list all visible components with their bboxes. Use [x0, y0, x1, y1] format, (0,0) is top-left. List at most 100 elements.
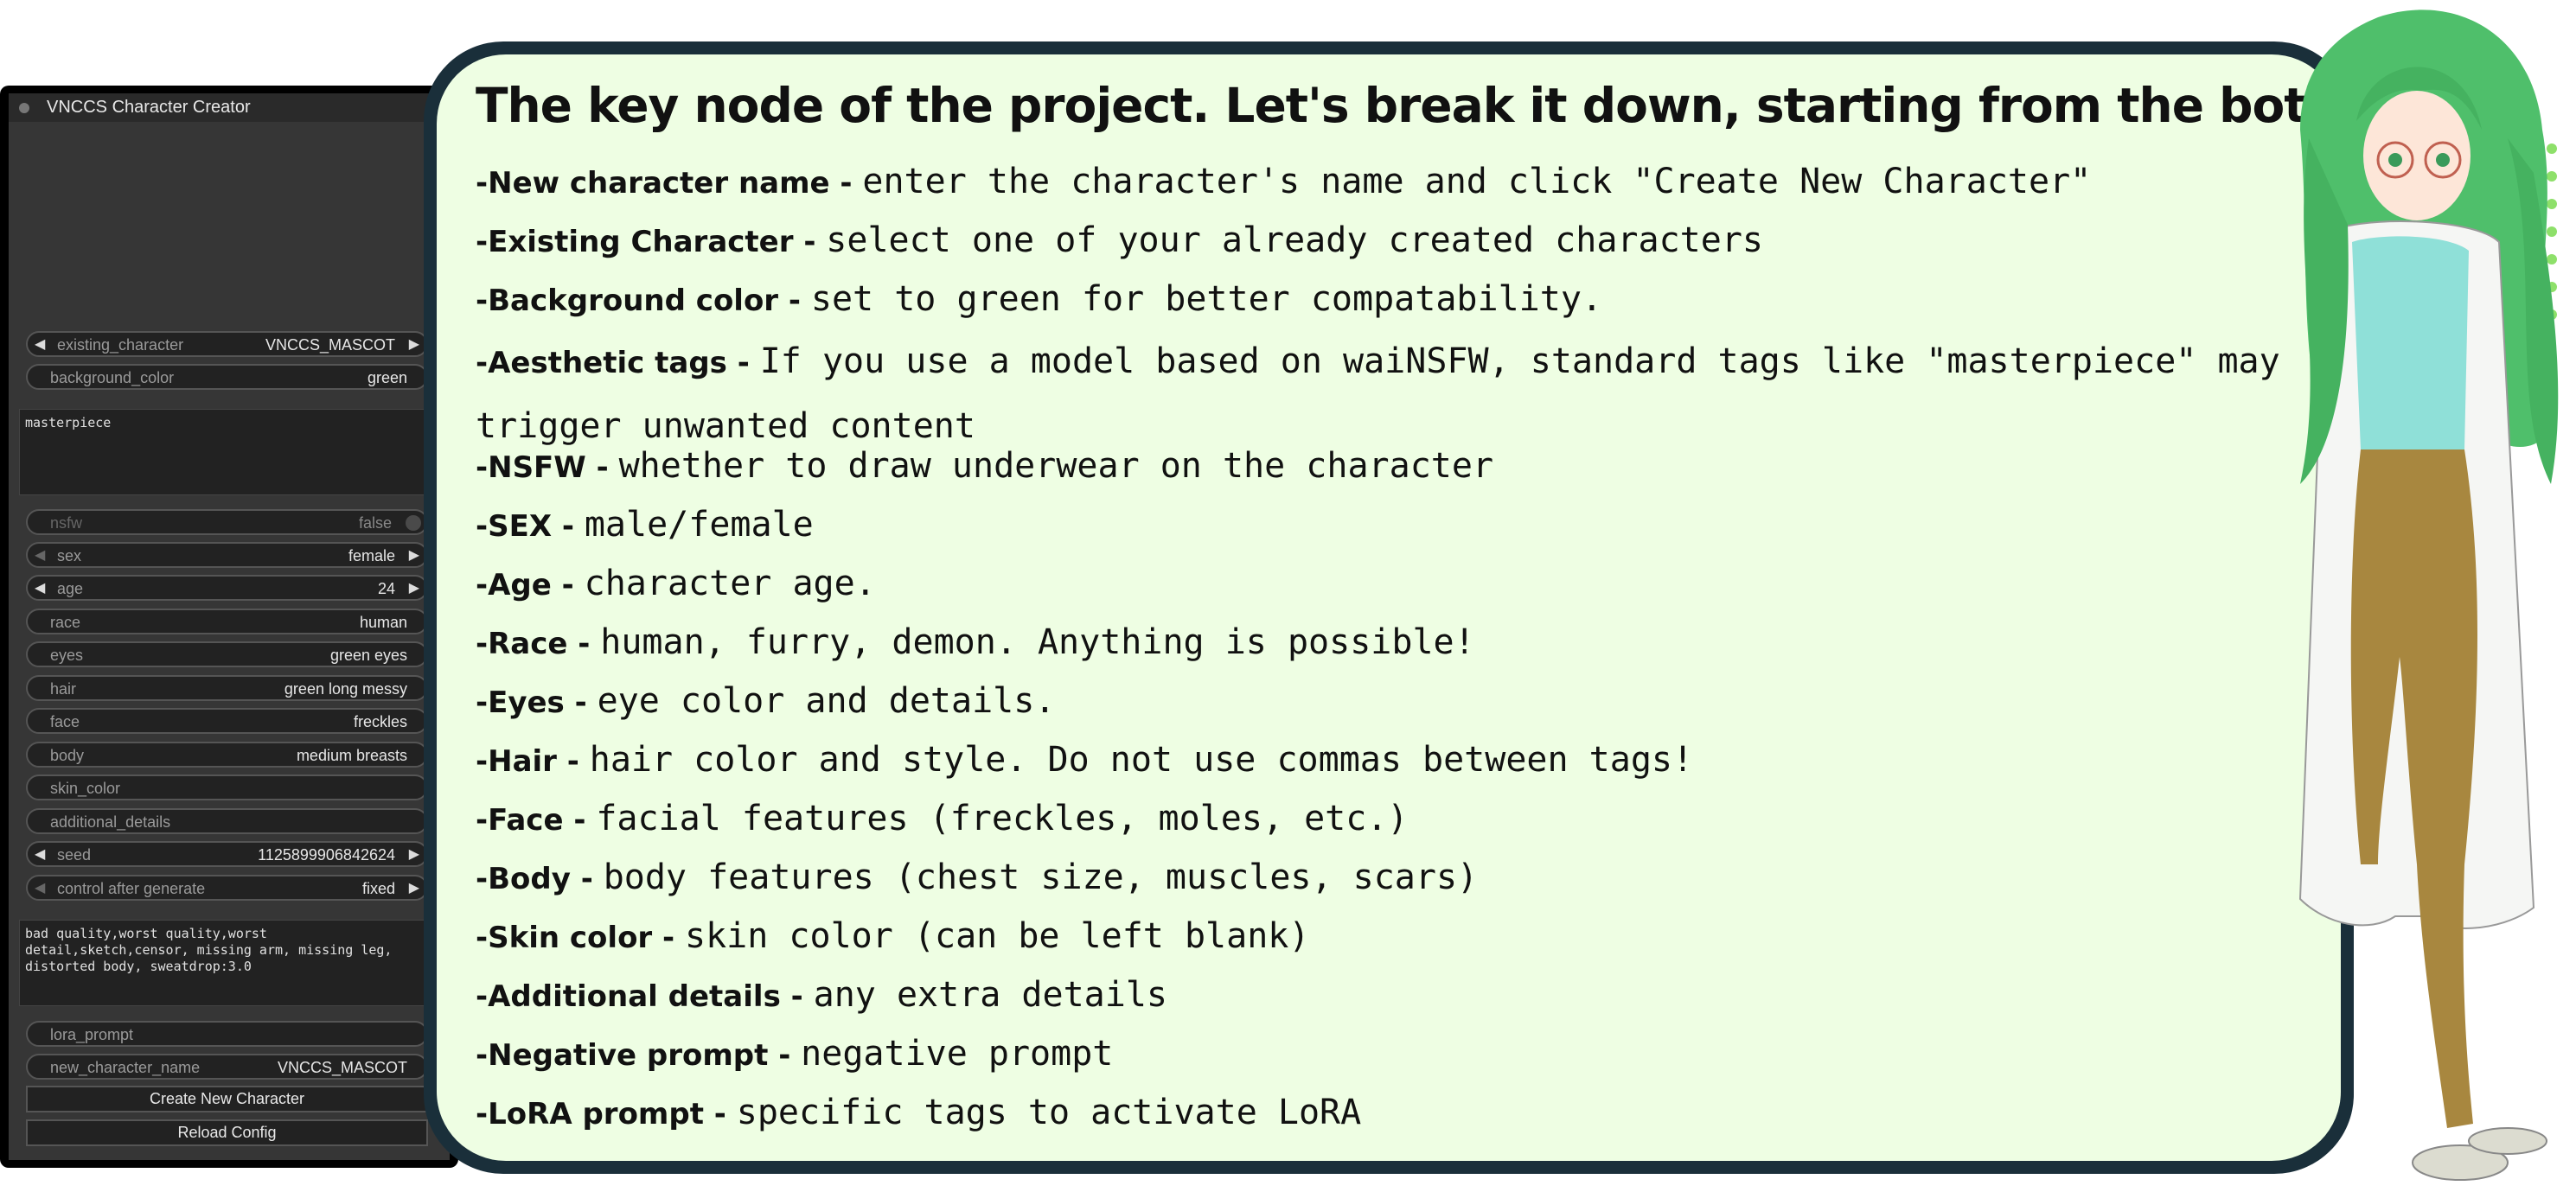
sex-combo[interactable]: ◀ sex female ▶: [26, 542, 428, 568]
mascot-character-illustration: [2298, 10, 2559, 1181]
item-separator: -: [780, 979, 814, 1014]
arrow-left-icon[interactable]: ◀: [35, 332, 45, 358]
item-key: -New character name: [476, 166, 830, 201]
item-desc: character age.: [584, 564, 876, 603]
arrow-right-icon[interactable]: ▶: [409, 876, 419, 902]
list-item: -Background color - set to green for bet…: [476, 279, 2292, 319]
toggle-knob-icon[interactable]: [406, 515, 421, 531]
widget-label: sex: [57, 547, 82, 564]
shirt-shape: [2352, 236, 2469, 449]
item-separator: -: [652, 921, 685, 955]
item-desc: eye color and details.: [597, 681, 1056, 721]
item-key: -LoRA prompt: [476, 1097, 704, 1131]
item-desc: facial features (freckles, moles, etc.): [596, 799, 1409, 838]
item-key: -Body: [476, 862, 571, 896]
eyes-field[interactable]: eyes green eyes: [26, 641, 428, 667]
widget-label: nsfw: [50, 514, 83, 532]
list-item: -NSFW - whether to draw underwear on the…: [476, 446, 2292, 486]
eye-icon: [2436, 153, 2450, 167]
create-new-character-button[interactable]: Create New Character: [26, 1086, 428, 1112]
node-title-bar[interactable]: VNCCS Character Creator: [9, 93, 450, 122]
additional-details-field[interactable]: additional_details: [26, 808, 428, 834]
widget-value: female: [348, 547, 395, 564]
nsfw-toggle[interactable]: nsfw false: [26, 509, 428, 535]
item-desc: skin color (can be left blank): [685, 916, 1310, 956]
list-item: -Race - human, furry, demon. Anything is…: [476, 622, 2292, 662]
item-key: -Aesthetic tags: [476, 346, 727, 380]
existing-character-combo[interactable]: ◀ existing_character VNCCS_MASCOT ▶: [26, 331, 428, 357]
item-key: -SEX: [476, 509, 553, 544]
item-separator: -: [552, 509, 585, 544]
arrow-left-icon[interactable]: ◀: [35, 876, 45, 902]
widget-value: medium breasts: [296, 747, 407, 764]
item-desc: set to green for better compatability.: [810, 279, 1602, 319]
negative-prompt-textarea[interactable]: bad quality,worst quality,worst detail,s…: [19, 920, 437, 1006]
arrow-left-icon[interactable]: ◀: [35, 842, 45, 868]
hair-field[interactable]: hair green long messy: [26, 675, 428, 701]
item-desc: whether to draw underwear on the charact…: [618, 446, 1494, 486]
item-desc: hair color and style. Do not use commas …: [589, 740, 1694, 780]
age-number[interactable]: ◀ age 24 ▶: [26, 575, 428, 601]
widget-label: hair: [50, 680, 77, 698]
item-key: -NSFW: [476, 450, 586, 485]
list-item: -Existing Character - select one of your…: [476, 220, 2292, 260]
widget-value: freckles: [353, 713, 407, 730]
arrow-right-icon[interactable]: ▶: [409, 543, 419, 569]
item-key: -Hair: [476, 744, 557, 779]
arrow-right-icon[interactable]: ▶: [409, 576, 419, 602]
item-separator: -: [703, 1097, 737, 1131]
list-item: -Negative prompt - negative prompt: [476, 1034, 2292, 1074]
widget-value: fixed: [361, 880, 395, 897]
list-item: -Additional details - any extra details: [476, 975, 2292, 1015]
aesthetic-tags-textarea[interactable]: masterpiece: [19, 409, 437, 495]
widget-value: green eyes: [329, 647, 407, 664]
widget-label: lora_prompt: [50, 1026, 134, 1043]
item-separator: -: [570, 862, 604, 896]
list-item: -LoRA prompt - specific tags to activate…: [476, 1093, 2292, 1132]
item-desc: negative prompt: [801, 1034, 1114, 1074]
item-separator: -: [768, 1038, 802, 1073]
eye-icon: [2388, 153, 2402, 167]
arrow-right-icon[interactable]: ▶: [409, 332, 419, 358]
item-separator: -: [556, 744, 590, 779]
item-key: -Face: [476, 803, 564, 838]
bubble-heading: The key node of the project. Let's break…: [476, 78, 2427, 133]
item-separator: -: [726, 346, 760, 380]
item-desc: body features (chest size, muscles, scar…: [603, 857, 1479, 897]
lora-prompt-field[interactable]: lora_prompt: [26, 1021, 428, 1047]
widget-value: 1125899906842624: [258, 846, 395, 864]
list-item: -Hair - hair color and style. Do not use…: [476, 740, 2292, 780]
background-color-field[interactable]: background_color green: [26, 364, 428, 390]
widget-value: green long messy: [284, 680, 407, 698]
item-separator: -: [585, 450, 619, 485]
list-item: -Eyes - eye color and details.: [476, 681, 2292, 721]
widget-label: existing_character: [57, 336, 184, 354]
pants-shape: [2350, 449, 2477, 1128]
arrow-right-icon[interactable]: ▶: [409, 842, 419, 868]
item-key: -Eyes: [476, 685, 565, 720]
list-item: -Age - character age.: [476, 564, 2292, 603]
arrow-left-icon[interactable]: ◀: [35, 576, 45, 602]
item-separator: -: [564, 685, 598, 720]
reload-config-button[interactable]: Reload Config: [26, 1119, 428, 1146]
body-field[interactable]: body medium breasts: [26, 742, 428, 768]
widget-label: skin_color: [50, 780, 121, 797]
collapse-dot-icon[interactable]: [19, 103, 29, 113]
item-key: -Background color: [476, 284, 779, 318]
skin-color-field[interactable]: skin_color: [26, 774, 428, 800]
list-item: -Body - body features (chest size, muscl…: [476, 857, 2292, 897]
item-desc: human, furry, demon. Anything is possibl…: [600, 622, 1475, 662]
control-after-generate-combo[interactable]: ◀ control after generate fixed ▶: [26, 875, 428, 901]
race-field[interactable]: race human: [26, 609, 428, 634]
item-separator: -: [778, 284, 811, 318]
seed-number[interactable]: ◀ seed 1125899906842624 ▶: [26, 841, 428, 867]
list-item: -Skin color - skin color (can be left bl…: [476, 916, 2292, 956]
item-separator: -: [793, 225, 827, 259]
item-desc: specific tags to activate LoRA: [736, 1093, 1362, 1132]
arrow-left-icon[interactable]: ◀: [35, 543, 45, 569]
new-character-name-field[interactable]: new_character_name VNCCS_MASCOT: [26, 1054, 428, 1080]
item-separator: -: [551, 568, 585, 602]
face-field[interactable]: face freckles: [26, 708, 428, 734]
widget-value: green: [367, 369, 407, 386]
widget-label: race: [50, 614, 81, 631]
